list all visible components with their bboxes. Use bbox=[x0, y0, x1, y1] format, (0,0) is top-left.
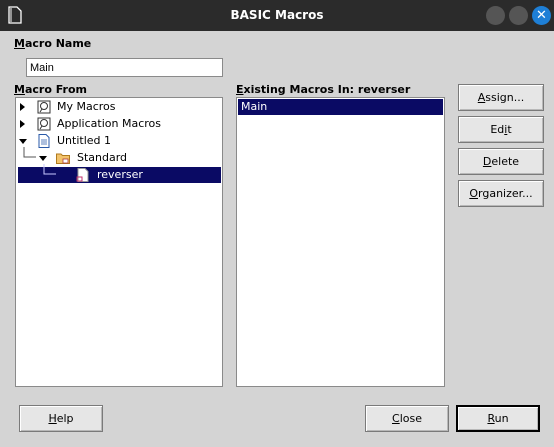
existing-macros-list[interactable]: Main bbox=[236, 97, 445, 387]
tree-connector bbox=[23, 147, 36, 158]
minimize-button[interactable] bbox=[486, 6, 505, 25]
run-button[interactable]: Run bbox=[456, 405, 540, 432]
expand-arrow-icon[interactable] bbox=[20, 120, 25, 128]
tree-connector bbox=[43, 164, 56, 175]
assign-button[interactable]: Assign... bbox=[458, 84, 544, 111]
module-icon bbox=[76, 168, 89, 182]
macro-library-icon bbox=[37, 100, 51, 114]
tree-item-application-macros[interactable]: Application Macros bbox=[16, 116, 222, 132]
macro-from-label: Macro From bbox=[14, 83, 87, 96]
close-icon: ✕ bbox=[536, 8, 547, 23]
existing-macros-label: Existing Macros In: reverser bbox=[236, 83, 411, 96]
maximize-button[interactable] bbox=[509, 6, 528, 25]
close-window-button[interactable]: ✕ bbox=[532, 6, 551, 25]
organizer-button[interactable]: Organizer... bbox=[458, 180, 544, 207]
close-button[interactable]: Close bbox=[365, 405, 449, 432]
macro-from-tree[interactable]: My Macros Application Macros Untitled 1 … bbox=[15, 97, 223, 387]
list-item[interactable]: Main bbox=[238, 99, 443, 115]
title-bar: BASIC Macros ✕ bbox=[0, 0, 554, 31]
collapse-arrow-icon[interactable] bbox=[39, 156, 47, 161]
macro-name-label: Macro Name bbox=[14, 37, 92, 50]
delete-button[interactable]: Delete bbox=[458, 148, 544, 175]
collapse-arrow-icon[interactable] bbox=[19, 139, 27, 144]
macro-name-input[interactable] bbox=[26, 58, 223, 77]
tree-item-reverser[interactable]: reverser bbox=[18, 164, 221, 183]
help-button[interactable]: Help bbox=[19, 405, 103, 432]
expand-arrow-icon[interactable] bbox=[20, 103, 25, 111]
macro-library-icon bbox=[37, 117, 51, 131]
tree-item-my-macros[interactable]: My Macros bbox=[16, 99, 222, 115]
window-title: BASIC Macros bbox=[230, 8, 324, 22]
tree-item-untitled-1[interactable]: Untitled 1 bbox=[16, 133, 222, 149]
folder-icon bbox=[56, 153, 70, 164]
document-icon bbox=[38, 134, 50, 148]
edit-button[interactable]: Edit bbox=[458, 116, 544, 143]
